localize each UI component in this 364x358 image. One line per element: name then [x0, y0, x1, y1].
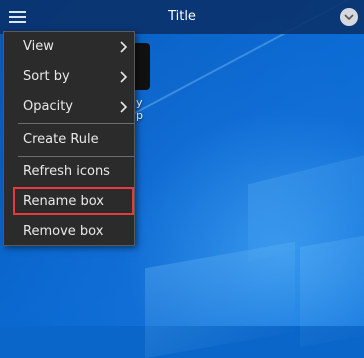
menu-separator — [18, 156, 134, 157]
menu-item-label: Remove box — [23, 224, 104, 239]
desktop-app-label-text: y p — [136, 96, 143, 122]
menu-item-refresh-icons[interactable]: Refresh icons — [4, 160, 134, 184]
menu-item-label: Create Rule — [23, 132, 99, 147]
wallpaper-light-panel — [300, 232, 364, 348]
menu-item-sort-by[interactable]: Sort by — [4, 65, 134, 89]
chevron-right-icon — [120, 41, 128, 53]
menu-item-remove-box[interactable]: Remove box — [4, 220, 134, 244]
box-title: Title — [168, 9, 196, 24]
chevron-right-icon — [120, 71, 128, 83]
menu-item-view[interactable]: View — [4, 35, 134, 59]
menu-separator — [18, 123, 134, 124]
wallpaper-light-panel — [145, 241, 295, 358]
menu-item-opacity[interactable]: Opacity — [4, 95, 134, 119]
menu-item-create-rule[interactable]: Create Rule — [4, 128, 134, 152]
chevron-down-circle-icon[interactable] — [340, 8, 358, 26]
box-titlebar[interactable]: Title — [0, 0, 364, 34]
menu-item-label: Refresh icons — [23, 164, 110, 179]
menu-item-label: Sort by — [23, 69, 70, 84]
menu-item-label: View — [23, 39, 54, 54]
desktop-app-label: y p — [136, 96, 143, 122]
context-menu: View Sort by Opacity Create Rule Refresh… — [3, 31, 135, 246]
menu-item-label: Opacity — [23, 99, 74, 114]
rename-box-highlight — [13, 187, 134, 215]
chevron-right-icon — [120, 101, 128, 113]
